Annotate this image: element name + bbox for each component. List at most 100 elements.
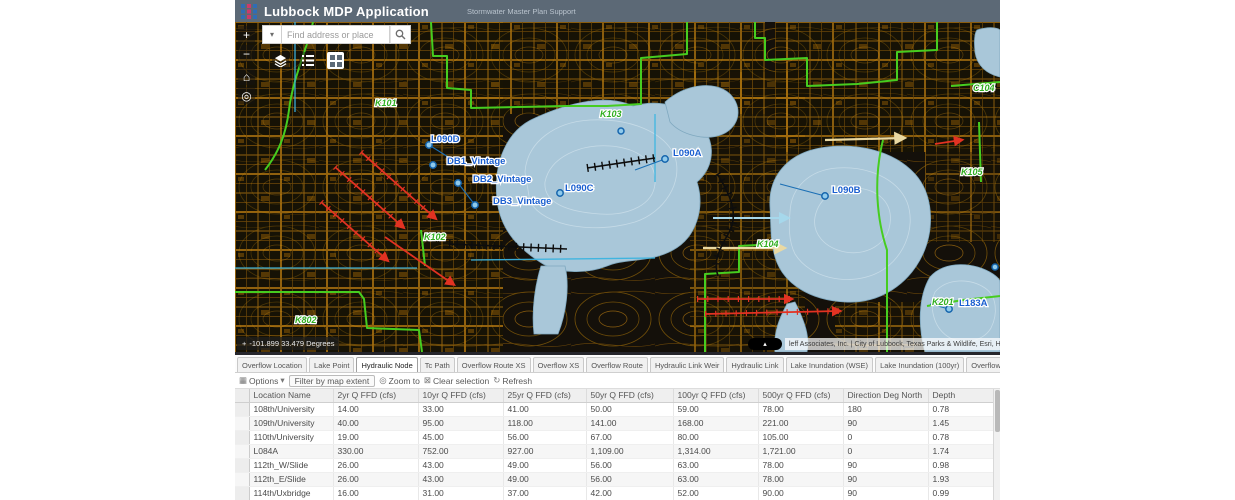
cell-location: 108th/University	[249, 402, 333, 416]
map-label[interactable]: K104	[757, 239, 779, 249]
cell: 56.00	[503, 430, 586, 444]
tab-overflow-route-xs[interactable]: Overflow Route XS	[457, 357, 531, 372]
cell-location: 114th/Uxbridge	[249, 486, 333, 500]
map-label[interactable]: DB2_Vintage	[473, 174, 531, 185]
row-selector[interactable]	[235, 402, 249, 416]
zoom-in-button[interactable]: +	[238, 26, 255, 43]
clear-selection-icon: ⊠	[424, 375, 431, 386]
clear-selection-label: Clear selection	[433, 376, 489, 386]
table-scrollbar[interactable]	[993, 389, 1000, 500]
column-header[interactable]: 500yr Q FFD (cfs)	[758, 389, 843, 402]
column-header[interactable]: 2yr Q FFD (cfs)	[333, 389, 418, 402]
cell: 49.00	[503, 472, 586, 486]
locate-button[interactable]: ◎	[238, 87, 255, 104]
table-row[interactable]: 112th_E/Slide 26.00 43.00 49.00 56.00 63…	[235, 472, 993, 486]
column-header[interactable]: Depth	[928, 389, 993, 402]
tab-lake-point[interactable]: Lake Point	[309, 357, 354, 372]
cell: 63.00	[673, 472, 758, 486]
row-selector[interactable]	[235, 458, 249, 472]
filter-by-map-extent-button[interactable]: Filter by map extent	[289, 375, 376, 387]
map-attribution: leff Associates, Inc. | City of Lubbock,…	[785, 338, 1000, 350]
table-row[interactable]: 110th/University 19.00 45.00 56.00 67.00…	[235, 430, 993, 444]
tab-lake-inundation-wse[interactable]: Lake Inundation (WSE)	[786, 357, 874, 372]
tab-tc-path[interactable]: Tc Path	[420, 357, 455, 372]
column-header[interactable]: Direction Deg North	[843, 389, 928, 402]
column-header[interactable]: 50yr Q FFD (cfs)	[586, 389, 673, 402]
scrollbar-thumb[interactable]	[995, 390, 1000, 432]
table-row[interactable]: 112th_W/Slide 26.00 43.00 49.00 56.00 63…	[235, 458, 993, 472]
cell: 41.00	[503, 402, 586, 416]
map-label[interactable]: L090B	[832, 185, 861, 196]
map-label[interactable]: L090A	[673, 148, 702, 159]
row-selector[interactable]	[235, 416, 249, 430]
cell: 78.00	[758, 402, 843, 416]
map-label[interactable]: L090D	[431, 134, 460, 145]
clear-selection-button[interactable]: ⊠ Clear selection	[424, 375, 489, 386]
table-row[interactable]: 114th/Uxbridge 16.00 31.00 37.00 42.00 5…	[235, 486, 993, 500]
map-label[interactable]: C104	[973, 83, 995, 93]
tab-hydraulic-link[interactable]: Hydraulic Link	[726, 357, 783, 372]
column-header[interactable]: 25yr Q FFD (cfs)	[503, 389, 586, 402]
column-header[interactable]: 10yr Q FFD (cfs)	[418, 389, 503, 402]
table-row[interactable]: 108th/University 14.00 33.00 41.00 50.00…	[235, 402, 993, 416]
map-label[interactable]: K102	[424, 232, 446, 242]
row-selector[interactable]	[235, 444, 249, 458]
home-icon: ⌂	[243, 70, 250, 84]
zoom-to-label: Zoom to	[389, 376, 420, 386]
row-selector[interactable]	[235, 430, 249, 444]
tab-overflow-xs[interactable]: Overflow XS	[533, 357, 585, 372]
cell: 26.00	[333, 472, 418, 486]
search-input[interactable]	[282, 25, 390, 44]
options-menu-button[interactable]: ▦ Options ▾	[239, 375, 285, 386]
cell: 0.78	[928, 430, 993, 444]
cell: 49.00	[503, 458, 586, 472]
tab-hydraulic-node[interactable]: Hydraulic Node	[356, 357, 417, 372]
table-header-row: Location Name 2yr Q FFD (cfs) 10yr Q FFD…	[235, 389, 993, 402]
cell: 67.00	[586, 430, 673, 444]
refresh-button[interactable]: ↻ Refresh	[493, 375, 532, 386]
basemap-grid-icon	[330, 55, 342, 67]
table-row[interactable]: 109th/University 40.00 95.00 118.00 141.…	[235, 416, 993, 430]
tab-hydraulic-link-weir[interactable]: Hydraulic Link Weir	[650, 357, 724, 372]
map-label[interactable]: L090C	[565, 183, 594, 194]
tab-overflow-inundation[interactable]: Overflow Inundation	[966, 357, 1000, 372]
cell: 0	[843, 430, 928, 444]
layers-button[interactable]	[272, 52, 289, 69]
cell-location: 109th/University	[249, 416, 333, 430]
map-canvas[interactable]: K101 K103 C104 K105 K102 K802 K104 K201 …	[235, 22, 1000, 352]
cell: 56.00	[586, 472, 673, 486]
map-label[interactable]: K802	[295, 315, 317, 325]
attribution-toggle[interactable]: ▴	[748, 338, 782, 350]
caret-up-icon: ▴	[763, 340, 767, 348]
home-button[interactable]: ⌂	[238, 68, 255, 85]
table-row[interactable]: L084A 330.00 752.00 927.00 1,109.00 1,31…	[235, 444, 993, 458]
map-label[interactable]: DB3_Vintage	[493, 196, 551, 207]
tab-lake-inundation-100yr[interactable]: Lake Inundation (100yr)	[875, 357, 964, 372]
map-label[interactable]: DB1_Vintage	[447, 156, 505, 167]
basemap-gallery-button[interactable]	[327, 52, 344, 69]
row-selector[interactable]	[235, 486, 249, 500]
legend-button[interactable]	[299, 52, 316, 69]
search-button[interactable]	[390, 25, 411, 44]
tab-overflow-route[interactable]: Overflow Route	[586, 357, 648, 372]
zoom-to-button[interactable]: ◎ Zoom to	[379, 375, 420, 386]
cell: 180	[843, 402, 928, 416]
select-all-header[interactable]	[235, 389, 249, 402]
map-label[interactable]: K201	[932, 297, 954, 307]
row-selector[interactable]	[235, 472, 249, 486]
search-source-dropdown[interactable]: ▾	[262, 25, 282, 44]
app-subtitle: Stormwater Master Plan Support	[467, 7, 576, 16]
cell: 33.00	[418, 402, 503, 416]
cell: 95.00	[418, 416, 503, 430]
map-label[interactable]: K103	[600, 109, 622, 119]
column-header[interactable]: 100yr Q FFD (cfs)	[673, 389, 758, 402]
tab-overflow-location[interactable]: Overflow Location	[237, 357, 307, 372]
zoom-to-icon: ◎	[379, 375, 386, 386]
column-header[interactable]: Location Name	[249, 389, 333, 402]
cell: 1.45	[928, 416, 993, 430]
zoom-out-button[interactable]: −	[238, 45, 255, 62]
map-label[interactable]: K105	[961, 167, 984, 177]
map-label[interactable]: L183A	[959, 298, 988, 309]
map-label[interactable]: K101	[375, 98, 397, 108]
cell: 0.78	[928, 402, 993, 416]
